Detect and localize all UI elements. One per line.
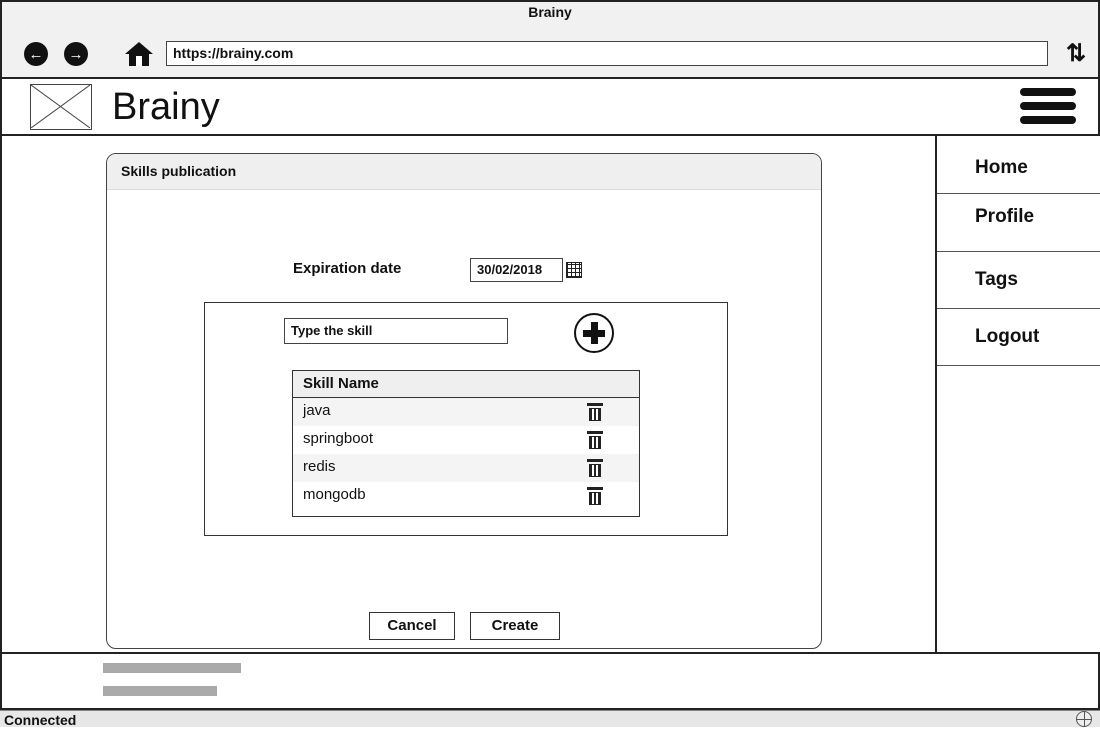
footer-placeholder-line (103, 686, 217, 696)
trash-icon[interactable] (587, 403, 603, 421)
table-row: java (293, 398, 639, 426)
add-skill-icon[interactable] (574, 313, 614, 353)
skill-name-cell: java (303, 402, 331, 419)
skill-name-cell: redis (303, 458, 336, 475)
footer-placeholder-line (103, 663, 241, 673)
footer (0, 652, 1100, 710)
globe-icon (1076, 711, 1092, 727)
logo-placeholder-icon (30, 84, 92, 130)
url-bar[interactable]: https://brainy.com (166, 41, 1048, 66)
skills-table: Skill Name java springboot redis mongodb (292, 370, 640, 517)
back-icon[interactable]: ← (24, 42, 48, 66)
skill-name-cell: mongodb (303, 486, 366, 503)
trash-icon[interactable] (587, 459, 603, 477)
table-row: springboot (293, 426, 639, 454)
cancel-button[interactable]: Cancel (369, 612, 455, 640)
calendar-icon[interactable] (566, 262, 582, 278)
nav-item-home[interactable]: Home (937, 136, 1100, 194)
table-row: redis (293, 454, 639, 482)
nav-item-logout[interactable]: Logout (937, 309, 1100, 366)
hamburger-menu-icon[interactable] (1020, 88, 1076, 124)
table-row: mongodb (293, 482, 639, 510)
window-title: Brainy (528, 4, 572, 20)
nav-item-tags[interactable]: Tags (937, 252, 1100, 309)
expiration-date-label: Expiration date (293, 260, 402, 277)
nav-item-profile[interactable]: Profile (937, 194, 1100, 252)
forward-icon[interactable]: → (64, 42, 88, 66)
table-header-skill-name: Skill Name (293, 371, 639, 398)
brand-title: Brainy (112, 86, 220, 128)
refresh-icon[interactable]: ⇅ (1062, 40, 1090, 68)
skill-name-cell: springboot (303, 430, 374, 447)
home-icon[interactable] (124, 40, 154, 68)
dialog-title: Skills publication (107, 154, 821, 190)
status-bar: Connected (0, 710, 1100, 728)
create-button[interactable]: Create (470, 612, 560, 640)
trash-icon[interactable] (587, 431, 603, 449)
expiration-date-input[interactable]: 30/02/2018 (470, 258, 563, 282)
sidebar-nav: Home Profile Tags Logout (935, 136, 1100, 652)
skill-input[interactable]: Type the skill (284, 318, 508, 344)
trash-icon[interactable] (587, 487, 603, 505)
